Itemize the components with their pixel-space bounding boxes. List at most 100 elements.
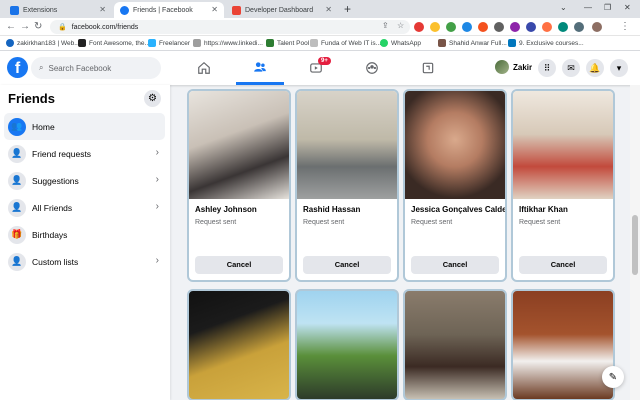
sidebar-item-all-friends[interactable]: 👤 All Friends ›: [4, 194, 165, 221]
friend-card[interactable]: [187, 289, 291, 400]
bookmark-icon: [6, 39, 14, 47]
minimize-button[interactable]: —: [584, 3, 592, 12]
back-icon[interactable]: ←: [6, 21, 16, 32]
bookmark-item[interactable]: WhatsApp: [380, 39, 421, 47]
sidebar-item-suggestions[interactable]: 👤 Suggestions ›: [4, 167, 165, 194]
bookmark-item[interactable]: Font Awesome, the...: [78, 39, 150, 47]
nav-home[interactable]: [180, 51, 228, 85]
sidebar-item-friend-requests[interactable]: 👤 Friend requests ›: [4, 140, 165, 167]
friend-card[interactable]: [295, 289, 399, 400]
new-message-button[interactable]: ✎: [602, 366, 624, 388]
nav-friends[interactable]: [236, 51, 284, 85]
groups-icon: [366, 62, 378, 74]
extension-icon[interactable]: [446, 22, 456, 32]
settings-button[interactable]: ⚙: [144, 90, 161, 107]
cancel-button[interactable]: Cancel: [195, 256, 283, 274]
compose-icon: ✎: [608, 371, 618, 383]
friend-card[interactable]: [403, 289, 507, 400]
tab-friends-facebook[interactable]: Friends | Facebook ✕: [114, 2, 224, 18]
home-icon: [198, 61, 210, 74]
request-status: Request sent: [519, 219, 561, 226]
tab-search-icon[interactable]: ⌄: [560, 3, 567, 12]
friend-name[interactable]: Rashid Hassan: [297, 199, 397, 214]
bookmark-item[interactable]: zakirkhan183 | Web...: [6, 39, 80, 47]
extension-icon[interactable]: [462, 22, 472, 32]
friend-name[interactable]: Jessica Gonçalves Caldei: [405, 199, 505, 214]
extension-icon[interactable]: [510, 22, 520, 32]
sidebar-item-birthdays[interactable]: 🎁 Birthdays: [4, 221, 165, 248]
friend-card[interactable]: Ashley Johnson Request sent Cancel: [187, 89, 291, 282]
search-input[interactable]: ⌕ Search Facebook: [31, 57, 161, 79]
bookmark-icon: [78, 39, 86, 47]
new-tab-button[interactable]: +: [344, 2, 351, 16]
tab-extensions[interactable]: Extensions ✕: [4, 2, 112, 18]
browser-toolbar: ← → ↻ 🔒 facebook.com/friends ⇪ ☆ ⋮: [0, 18, 640, 36]
extension-icon[interactable]: [526, 22, 536, 32]
account-button[interactable]: ▾: [610, 59, 628, 77]
extension-icon[interactable]: [414, 22, 424, 32]
close-icon[interactable]: ✕: [211, 5, 218, 14]
extension-icon[interactable]: [558, 22, 568, 32]
friend-card[interactable]: [511, 289, 615, 400]
bookmark-icon: [438, 39, 446, 47]
profile-photo[interactable]: [405, 91, 505, 199]
reload-icon[interactable]: ↻: [34, 21, 42, 32]
tab-title: Extensions: [23, 6, 58, 14]
facebook-logo[interactable]: f: [7, 57, 28, 78]
cancel-button[interactable]: Cancel: [411, 256, 499, 274]
forward-icon[interactable]: →: [20, 21, 30, 32]
share-icon[interactable]: ⇪: [382, 21, 389, 30]
bookmark-item[interactable]: Talent Pool: [266, 39, 309, 47]
tab-developer-dashboard[interactable]: Developer Dashboard ✕: [226, 2, 338, 18]
menu-grid-button[interactable]: ⠿: [538, 59, 556, 77]
friend-card[interactable]: Rashid Hassan Request sent Cancel: [295, 89, 399, 282]
puzzle-icon[interactable]: [574, 22, 584, 32]
facebook-icon: [120, 5, 129, 15]
bookmark-icon: [508, 39, 516, 47]
profile-chip[interactable]: Zakir: [495, 60, 532, 74]
friend-name[interactable]: Ashley Johnson: [189, 199, 289, 214]
close-icon[interactable]: ✕: [325, 5, 332, 14]
profile-avatar[interactable]: [592, 22, 602, 32]
browser-tab-bar: Extensions ✕ Friends | Facebook ✕ Develo…: [0, 0, 640, 18]
sidebar-item-custom-lists[interactable]: 👤 Custom lists ›: [4, 248, 165, 275]
bookmark-icon: [193, 39, 201, 47]
request-status: Request sent: [411, 219, 453, 226]
bookmark-item[interactable]: Freelancer: [148, 39, 190, 47]
bookmark-item[interactable]: https://www.linkedi...: [193, 39, 263, 47]
menu-icon[interactable]: ⋮: [620, 21, 630, 32]
nav-groups[interactable]: [348, 51, 396, 85]
profile-photo[interactable]: [297, 91, 397, 199]
notifications-button[interactable]: 🔔: [586, 59, 604, 77]
bookmark-label: Talent Pool: [277, 39, 310, 47]
friend-card[interactable]: Iftikhar Khan Request sent Cancel: [511, 89, 615, 282]
extension-icon[interactable]: [542, 22, 552, 32]
scrollbar[interactable]: [630, 85, 640, 400]
bookmark-item[interactable]: Funda of Web IT is...: [310, 39, 381, 47]
profile-photo[interactable]: [513, 91, 613, 199]
sidebar-item-label: Birthdays: [32, 229, 68, 240]
friend-name[interactable]: Iftikhar Khan: [513, 199, 613, 214]
extension-icon[interactable]: [494, 22, 504, 32]
window-close-button[interactable]: ✕: [624, 3, 631, 12]
bookmark-item[interactable]: 9. Exclusive courses...: [508, 39, 584, 47]
nav-watch[interactable]: 9+: [292, 51, 340, 85]
cancel-button[interactable]: Cancel: [303, 256, 391, 274]
profile-photo[interactable]: [189, 91, 289, 199]
close-icon[interactable]: ✕: [99, 5, 106, 14]
star-icon[interactable]: ☆: [397, 21, 404, 30]
cancel-button[interactable]: Cancel: [519, 256, 607, 274]
messenger-button[interactable]: ✉: [562, 59, 580, 77]
extension-icon[interactable]: [430, 22, 440, 32]
friends-icon: [254, 61, 266, 72]
address-bar[interactable]: 🔒 facebook.com/friends: [50, 20, 410, 34]
friend-card[interactable]: Jessica Gonçalves Caldei Request sent Ca…: [403, 89, 507, 282]
suggestions-icon: 👤: [8, 171, 26, 190]
bookmark-label: Freelancer: [159, 39, 191, 47]
maximize-button[interactable]: ❐: [604, 3, 611, 12]
scrollbar-thumb[interactable]: [632, 215, 638, 275]
extension-icon[interactable]: [478, 22, 488, 32]
bookmark-item[interactable]: Shahid Anwar Full...: [438, 39, 507, 47]
sidebar-item-home[interactable]: 👥 Home: [4, 113, 165, 140]
nav-gaming[interactable]: [404, 51, 452, 85]
